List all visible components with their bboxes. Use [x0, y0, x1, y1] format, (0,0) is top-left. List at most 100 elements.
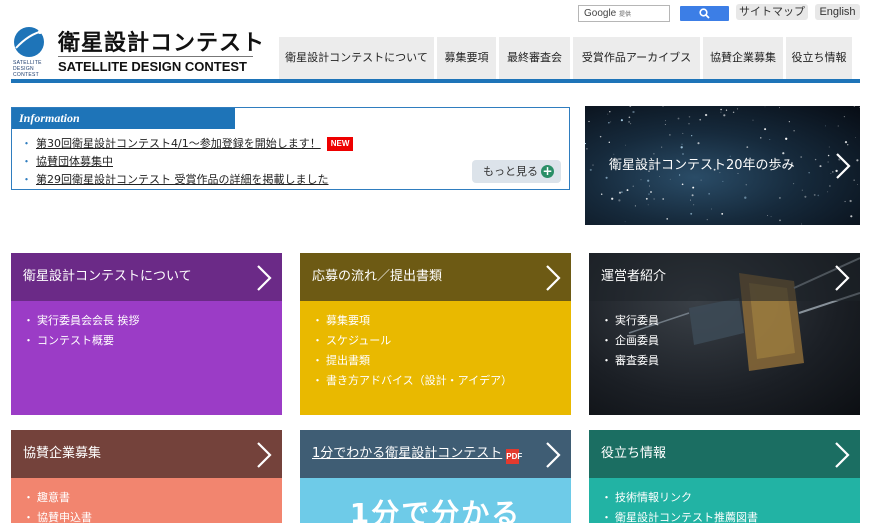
- chevron-right-icon: [835, 442, 850, 468]
- card-about[interactable]: 衛星設計コンテストについて ・実行委員会会長 挨拶 ・コンテスト概要: [11, 253, 282, 415]
- star: [628, 116, 631, 119]
- list-item[interactable]: ・第29回衛星設計コンテスト 受賞作品の詳細を掲載しました: [21, 171, 353, 189]
- list-item[interactable]: ・技術情報リンク: [601, 488, 860, 508]
- nav-item-about[interactable]: 衛星設計コンテストについて: [279, 37, 434, 79]
- card-header[interactable]: 役立ち情報: [589, 430, 860, 478]
- card-banner[interactable]: 1分で分かる: [300, 478, 571, 523]
- star: [722, 180, 724, 182]
- nav-item-archives[interactable]: 受賞作品アーカイブス: [573, 37, 700, 79]
- more-button[interactable]: もっと見る +: [472, 160, 561, 183]
- card-link[interactable]: 実行委員: [615, 314, 659, 327]
- card-link[interactable]: 技術情報リンク: [615, 491, 692, 504]
- list-item[interactable]: ・コンテスト概要: [23, 331, 282, 351]
- card-link[interactable]: 企画委員: [615, 334, 659, 347]
- star: [620, 119, 623, 122]
- list-item[interactable]: ・募集要項: [312, 311, 571, 331]
- info-link[interactable]: 第29回衛星設計コンテスト 受賞作品の詳細を掲載しました: [36, 173, 329, 186]
- list-item[interactable]: ・書き方アドバイス（設計・アイデア）: [312, 371, 571, 391]
- card-useful-info[interactable]: 役立ち情報 ・技術情報リンク ・衛星設計コンテスト推薦図書: [589, 430, 860, 523]
- star: [690, 212, 693, 215]
- star: [847, 144, 849, 146]
- information-heading: Information: [12, 108, 235, 129]
- star: [690, 199, 691, 201]
- star: [704, 113, 708, 117]
- list-item[interactable]: ・協賛団体募集中: [21, 153, 353, 171]
- star: [648, 193, 650, 195]
- sitemap-button[interactable]: サイトマップ: [736, 4, 808, 20]
- star: [708, 193, 710, 195]
- star: [626, 189, 629, 192]
- bullet: ・: [312, 374, 323, 387]
- card-operator[interactable]: 運営者紹介 ・実行委員 ・企画委員 ・審査委員: [589, 253, 860, 415]
- star: [830, 173, 832, 174]
- list-item[interactable]: ・スケジュール: [312, 331, 571, 351]
- star: [599, 135, 602, 138]
- star: [665, 120, 667, 122]
- nav-item-requirements[interactable]: 募集要項: [437, 37, 496, 79]
- star: [770, 216, 772, 218]
- search-button[interactable]: [680, 6, 729, 21]
- nav-item-sponsors[interactable]: 協賛企業募集: [703, 37, 783, 79]
- card-link[interactable]: 募集要項: [326, 314, 370, 327]
- star: [649, 185, 651, 187]
- star: [691, 194, 694, 197]
- site-logo[interactable]: SATELLITE DESIGN CONTEST 衛星設計コンテスト SATEL…: [13, 24, 264, 78]
- star: [681, 143, 683, 145]
- bullet: ・: [23, 491, 34, 504]
- star: [856, 159, 859, 162]
- star: [721, 212, 724, 215]
- information-panel: Information ・第30回衛星設計コンテスト4/1～参加登録を開始します…: [11, 107, 570, 190]
- info-link[interactable]: 第30回衛星設計コンテスト4/1～参加登録を開始します！: [36, 137, 321, 150]
- card-header[interactable]: 協賛企業募集: [11, 430, 282, 478]
- list-item[interactable]: ・実行委員: [601, 311, 860, 331]
- star: [843, 115, 846, 118]
- english-button[interactable]: English: [815, 4, 860, 20]
- star: [611, 197, 614, 200]
- star: [666, 218, 669, 220]
- card-link[interactable]: スケジュール: [326, 334, 391, 347]
- star: [769, 138, 771, 140]
- star: [737, 173, 739, 174]
- star: [827, 154, 830, 157]
- chevron-right-icon: [257, 442, 272, 468]
- card-one-minute[interactable]: 1分でわかる衛星設計コンテスト PDF 1分で分かる: [300, 430, 571, 523]
- star: [692, 186, 695, 189]
- card-header[interactable]: 運営者紹介: [589, 253, 860, 301]
- card-title: 1分でわかる衛星設計コンテスト: [312, 446, 503, 461]
- star: [767, 215, 768, 216]
- bullet: ・: [23, 314, 34, 327]
- info-link[interactable]: 協賛団体募集中: [36, 155, 113, 168]
- list-item[interactable]: ・企画委員: [601, 331, 860, 351]
- card-link[interactable]: 審査委員: [615, 354, 659, 367]
- chevron-right-icon: [835, 265, 850, 291]
- star: [640, 179, 642, 181]
- list-item[interactable]: ・実行委員会会長 挨拶: [23, 311, 282, 331]
- card-link[interactable]: 衛星設計コンテスト推薦図書: [615, 511, 758, 523]
- history-banner[interactable]: 衛星設計コンテスト20年の歩み: [585, 106, 860, 225]
- list-item[interactable]: ・審査委員: [601, 351, 860, 371]
- card-sponsor[interactable]: 協賛企業募集 ・趣意書 ・協賛申込書: [11, 430, 282, 523]
- list-item[interactable]: ・第30回衛星設計コンテスト4/1～参加登録を開始します！ NEW: [21, 135, 354, 153]
- search-input[interactable]: Google 提供: [578, 5, 670, 22]
- card-header[interactable]: 衛星設計コンテストについて: [11, 253, 282, 301]
- card-link[interactable]: コンテスト概要: [37, 334, 114, 347]
- card-apply[interactable]: 応募の流れ／提出書類 ・募集要項 ・スケジュール ・提出書類 ・書き方アドバイス…: [300, 253, 571, 415]
- bullet: ・: [601, 491, 612, 504]
- list-item[interactable]: ・提出書類: [312, 351, 571, 371]
- card-link[interactable]: 趣意書: [37, 491, 70, 504]
- list-item[interactable]: ・趣意書: [23, 488, 282, 508]
- card-link[interactable]: 提出書類: [326, 354, 370, 367]
- card-link[interactable]: 実行委員会会長 挨拶: [37, 314, 140, 327]
- star: [832, 171, 834, 173]
- list-item[interactable]: ・協賛申込書: [23, 508, 282, 523]
- list-item[interactable]: ・衛星設計コンテスト推薦図書: [601, 508, 860, 523]
- nav-item-final-review[interactable]: 最終審査会: [499, 37, 570, 79]
- card-header[interactable]: 1分でわかる衛星設計コンテスト PDF: [300, 430, 571, 478]
- nav-item-useful-info[interactable]: 役立ち情報: [786, 37, 852, 79]
- star: [720, 108, 722, 111]
- card-header[interactable]: 応募の流れ／提出書類: [300, 253, 571, 301]
- card-link[interactable]: 協賛申込書: [37, 511, 92, 523]
- star: [608, 141, 610, 143]
- card-link[interactable]: 書き方アドバイス（設計・アイデア）: [326, 374, 512, 387]
- star: [837, 125, 839, 127]
